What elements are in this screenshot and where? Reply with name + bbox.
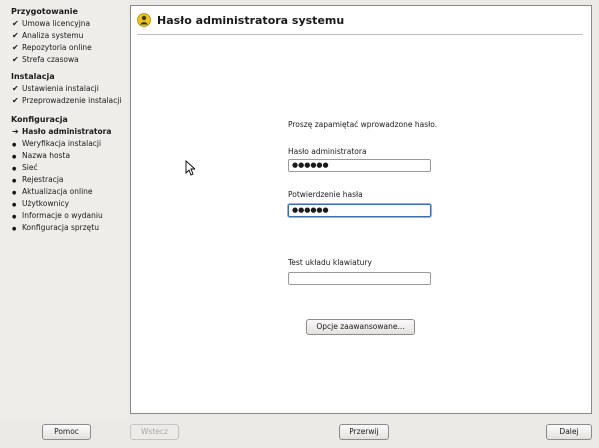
user-icon xyxy=(137,13,151,27)
sidebar-step-label: Nazwa hosta xyxy=(22,151,71,160)
content-panel: Hasło administratora systemu Proszę zapa… xyxy=(130,5,592,414)
sidebar-step: ➔ Hasło administratora xyxy=(12,126,111,137)
sidebar-step: ✔ Ustawienia instalacji xyxy=(12,83,99,94)
checkmark-icon: ✔ xyxy=(12,43,19,52)
mouse-cursor-icon xyxy=(185,160,195,176)
arrow-right-icon: ➔ xyxy=(12,127,19,136)
checkmark-icon: ✔ xyxy=(12,96,19,105)
checkmark-icon: ✔ xyxy=(12,31,19,40)
sidebar-step-label: Repozytoria online xyxy=(22,43,92,52)
sidebar-step-label: Analiza systemu xyxy=(22,31,84,40)
sidebar-step-label: Konfiguracja sprzętu xyxy=(22,223,99,232)
sidebar-step: ● Aktualizacja online xyxy=(12,186,93,197)
installer-sidebar: Przygotowanie ✔ Umowa licencyjna ✔ Analiza s… xyxy=(0,0,128,420)
sidebar-step: ✔ Repozytoria online xyxy=(12,42,92,53)
sidebar-step: ✔ Umowa licencyjna xyxy=(12,18,90,29)
page-title: Hasło administratora systemu xyxy=(157,13,345,27)
sidebar-step-label: Przeprowadzenie instalacji xyxy=(22,96,122,105)
bullet-icon: ● xyxy=(12,226,17,232)
sidebar-step: ✔ Analiza systemu xyxy=(12,30,83,41)
confirm-password-label: Potwierdzenie hasła xyxy=(288,190,363,199)
password-field[interactable]: ●●●●●● xyxy=(288,159,431,172)
sidebar-step-label: Ustawienia instalacji xyxy=(22,84,99,93)
sidebar-section-title: Instalacja xyxy=(11,72,55,81)
sidebar-step: ● Rejestracja xyxy=(12,174,64,185)
checkmark-icon: ✔ xyxy=(12,55,19,64)
keyboard-test-label: Test układu klawiatury xyxy=(288,258,372,267)
advanced-options-button[interactable]: Opcje zaawansowane... xyxy=(306,319,415,335)
title-divider xyxy=(137,34,583,35)
sidebar-step: ● Nazwa hosta xyxy=(12,150,70,161)
sidebar-step: ● Użytkownicy xyxy=(12,198,69,209)
help-button[interactable]: Pomoc xyxy=(42,424,91,440)
sidebar-step-label: Rejestracja xyxy=(22,175,64,184)
sidebar-step-label: Weryfikacja instalacji xyxy=(22,139,102,148)
confirm-password-field[interactable]: ●●●●●● xyxy=(288,204,431,217)
keyboard-test-field[interactable] xyxy=(288,272,431,285)
sidebar-step-label: Strefa czasowa xyxy=(22,55,79,64)
sidebar-step: ● Weryfikacja instalacji xyxy=(12,138,101,149)
next-button[interactable]: Dalej xyxy=(546,424,592,440)
sidebar-step-label: Informacje o wydaniu xyxy=(22,211,103,220)
sidebar-step-label: Aktualizacja online xyxy=(22,187,93,196)
panel-header: Hasło administratora systemu xyxy=(137,10,344,30)
checkmark-icon: ✔ xyxy=(12,19,19,28)
sidebar-step-label: Hasło administratora xyxy=(22,127,112,136)
sidebar-step: ● Konfiguracja sprzętu xyxy=(12,222,99,233)
abort-button[interactable]: Przerwij xyxy=(339,424,389,440)
sidebar-step: ● Informacje o wydaniu xyxy=(12,210,103,221)
sidebar-step: ✔ Przeprowadzenie instalacji xyxy=(12,95,121,106)
sidebar-section-title: Przygotowanie xyxy=(11,7,78,16)
sidebar-step: ✔ Strefa czasowa xyxy=(12,54,79,65)
sidebar-step-label: Umowa licencyjna xyxy=(22,19,91,28)
back-button[interactable]: Wstecz xyxy=(130,424,179,440)
sidebar-step: ● Sieć xyxy=(12,162,38,173)
sidebar-section-title: Konfiguracja xyxy=(11,115,68,124)
password-label: Hasło administratora xyxy=(288,147,367,156)
sidebar-step-label: Sieć xyxy=(22,163,38,172)
sidebar-step-label: Użytkownicy xyxy=(22,199,70,208)
password-note: Proszę zapamiętać wprowadzone hasło. xyxy=(288,120,438,129)
checkmark-icon: ✔ xyxy=(12,84,19,93)
